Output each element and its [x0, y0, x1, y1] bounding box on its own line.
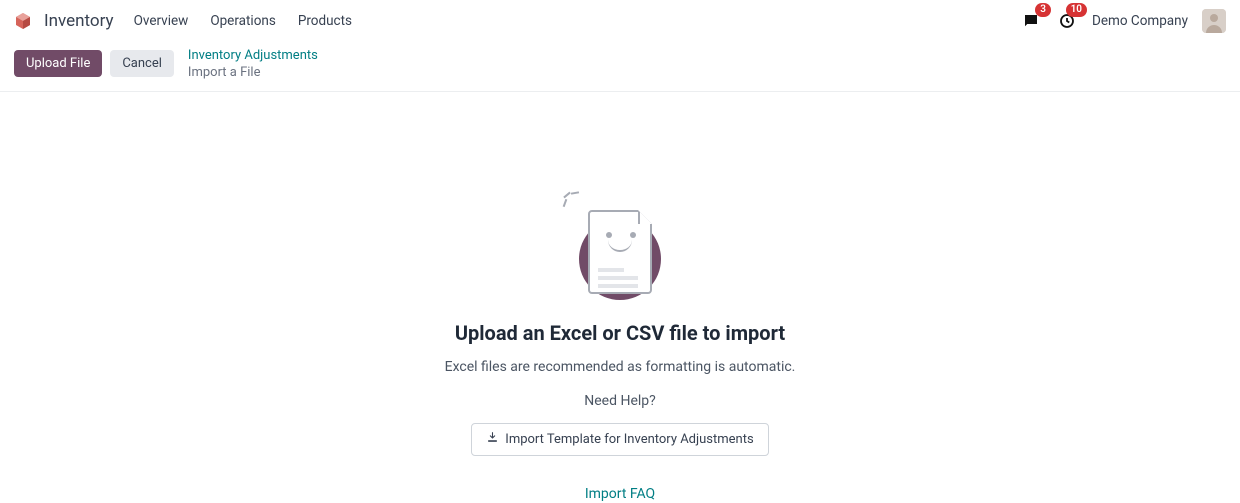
menu-operations[interactable]: Operations	[210, 13, 276, 29]
top-nav: Inventory Overview Operations Products 3…	[0, 0, 1240, 42]
import-faq-link[interactable]: Import FAQ	[585, 486, 655, 502]
messages-icon[interactable]: 3	[1020, 10, 1042, 32]
import-template-label: Import Template for Inventory Adjustment…	[505, 432, 753, 447]
control-bar: Upload File Cancel Inventory Adjustments…	[0, 42, 1240, 92]
main-menu: Overview Operations Products	[134, 13, 352, 29]
upload-file-button[interactable]: Upload File	[14, 50, 102, 77]
breadcrumb-current: Import a File	[188, 65, 261, 80]
import-headline: Upload an Excel or CSV file to import	[455, 321, 785, 345]
user-avatar[interactable]	[1202, 9, 1226, 33]
breadcrumb: Inventory Adjustments Import a File	[188, 47, 318, 81]
activities-badge: 10	[1066, 3, 1087, 17]
app-title: Inventory	[44, 11, 114, 31]
menu-overview[interactable]: Overview	[134, 13, 189, 29]
import-subtext: Excel files are recommended as formattin…	[445, 359, 796, 375]
activities-icon[interactable]: 10	[1056, 10, 1078, 32]
need-help-label: Need Help?	[584, 393, 656, 409]
breadcrumb-parent[interactable]: Inventory Adjustments	[188, 48, 318, 63]
company-name[interactable]: Demo Company	[1092, 13, 1188, 29]
app-logo-icon	[14, 12, 32, 30]
menu-products[interactable]: Products	[298, 13, 352, 29]
download-icon	[486, 431, 499, 448]
import-template-button[interactable]: Import Template for Inventory Adjustment…	[471, 423, 768, 456]
cancel-button[interactable]: Cancel	[110, 50, 174, 77]
header-right: 3 10 Demo Company	[1020, 9, 1226, 33]
import-empty-state: Upload an Excel or CSV file to import Ex…	[0, 92, 1240, 502]
document-smile-icon	[575, 196, 665, 301]
messages-badge: 3	[1035, 3, 1051, 17]
